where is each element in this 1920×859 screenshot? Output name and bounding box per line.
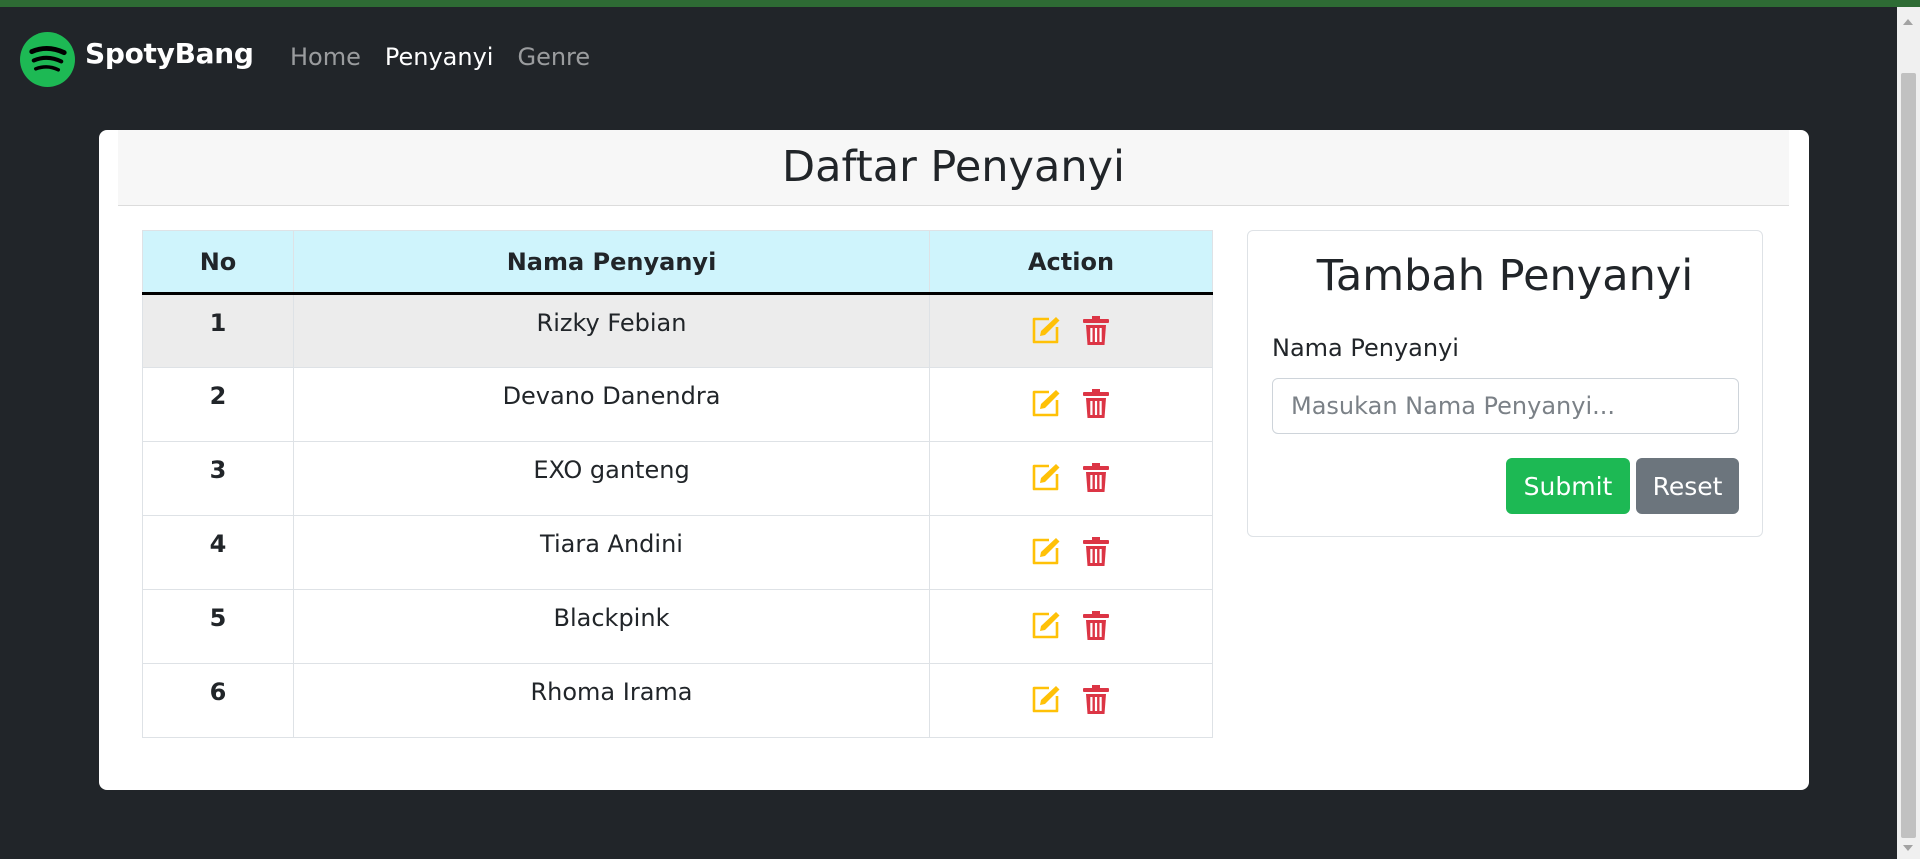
row-number: 6 [142, 663, 294, 738]
edit-icon[interactable] [1030, 461, 1062, 493]
column-header-no: No [142, 230, 294, 295]
table-row: 5 Blackpink [142, 589, 1213, 664]
singer-name: Blackpink [293, 589, 930, 664]
window-top-stripe [0, 0, 1920, 7]
singer-name: Devano Danendra [293, 367, 930, 442]
singer-name: Rizky Febian [293, 293, 930, 368]
row-number: 2 [142, 367, 294, 442]
row-actions [929, 367, 1213, 442]
row-number: 3 [142, 441, 294, 516]
edit-icon[interactable] [1030, 609, 1062, 641]
table-row: 3 EXO ganteng [142, 441, 1213, 516]
main-card: Daftar Penyanyi No Nama Penyanyi Action … [99, 130, 1809, 790]
card-header: Daftar Penyanyi [118, 130, 1789, 206]
nav-links: Home Penyanyi Genre [290, 43, 590, 71]
reset-button[interactable]: Reset [1636, 458, 1739, 514]
row-actions [929, 515, 1213, 590]
singer-name: EXO ganteng [293, 441, 930, 516]
singers-table: No Nama Penyanyi Action 1 Rizky Febian 2 De… [142, 230, 1213, 738]
nav-genre-link[interactable]: Genre [517, 43, 590, 71]
row-actions [929, 293, 1213, 368]
table-row: 1 Rizky Febian [142, 293, 1213, 368]
column-header-name: Nama Penyanyi [293, 230, 930, 295]
scroll-up-arrow-icon[interactable] [1903, 19, 1913, 25]
navbar: SpotyBang Home Penyanyi Genre [0, 7, 1897, 108]
singer-name: Tiara Andini [293, 515, 930, 590]
scroll-down-arrow-icon[interactable] [1903, 845, 1913, 851]
brand-link[interactable]: SpotyBang [20, 32, 254, 87]
edit-icon[interactable] [1030, 387, 1062, 419]
trash-icon[interactable] [1080, 683, 1112, 715]
nav-penyanyi-link[interactable]: Penyanyi [385, 43, 494, 71]
submit-button[interactable]: Submit [1506, 458, 1630, 514]
singer-name-input[interactable] [1272, 378, 1739, 434]
spotify-logo-icon [20, 32, 75, 87]
brand-name: SpotyBang [85, 37, 254, 70]
vertical-scrollbar[interactable] [1897, 7, 1920, 859]
singer-name: Rhoma Irama [293, 663, 930, 738]
row-number: 4 [142, 515, 294, 590]
table-header-row: No Nama Penyanyi Action [142, 230, 1213, 295]
trash-icon[interactable] [1080, 387, 1112, 419]
trash-icon[interactable] [1080, 535, 1112, 567]
trash-icon[interactable] [1080, 461, 1112, 493]
row-actions [929, 663, 1213, 738]
row-number: 1 [142, 293, 294, 368]
row-number: 5 [142, 589, 294, 664]
column-header-action: Action [929, 230, 1213, 295]
trash-icon[interactable] [1080, 314, 1112, 346]
form-title: Tambah Penyanyi [1316, 251, 1694, 301]
scrollbar-thumb[interactable] [1901, 73, 1916, 838]
add-singer-form: Tambah Penyanyi Nama Penyanyi Submit Res… [1247, 230, 1763, 537]
edit-icon[interactable] [1030, 683, 1062, 715]
row-actions [929, 589, 1213, 664]
edit-icon[interactable] [1030, 535, 1062, 567]
page-title: Daftar Penyanyi [782, 142, 1125, 192]
trash-icon[interactable] [1080, 609, 1112, 641]
edit-icon[interactable] [1030, 314, 1062, 346]
nav-home-link[interactable]: Home [290, 43, 361, 71]
singer-name-label: Nama Penyanyi [1272, 334, 1459, 362]
table-row: 2 Devano Danendra [142, 367, 1213, 442]
table-row: 6 Rhoma Irama [142, 663, 1213, 738]
table-row: 4 Tiara Andini [142, 515, 1213, 590]
table-body: 1 Rizky Febian 2 Devano Danendra 3 EXO ganten… [142, 293, 1213, 738]
row-actions [929, 441, 1213, 516]
